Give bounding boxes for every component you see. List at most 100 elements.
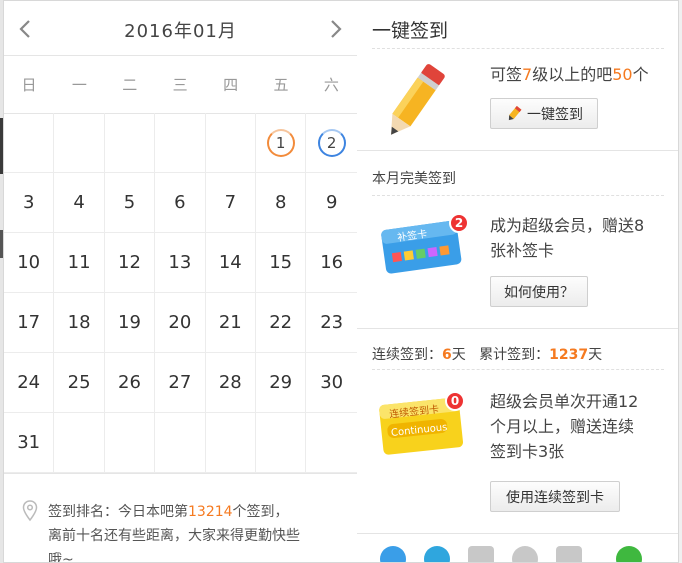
rank-line3: 哦~ — [48, 552, 74, 563]
calendar-day[interactable]: 19 — [104, 293, 156, 353]
calendar-day[interactable]: 26 — [104, 353, 156, 413]
calendar-day[interactable]: 10 — [4, 233, 55, 293]
calendar-day[interactable]: 28 — [205, 353, 256, 413]
calendar-empty-cell — [54, 113, 105, 173]
desc-part: 个 — [632, 65, 649, 84]
rank-prefix: 签到排名：今日本吧第 — [48, 504, 188, 520]
calendar-header: 2016年01月 — [4, 1, 357, 56]
section-separator — [357, 533, 678, 534]
app-icon[interactable] — [616, 546, 642, 562]
calendar-day[interactable]: 16 — [306, 233, 357, 293]
weekday-label: 四 — [223, 76, 239, 94]
weekday-label: 一 — [71, 76, 87, 94]
continuous-card-count: 0 — [445, 391, 465, 411]
button-label: 一键签到 — [527, 106, 583, 123]
desc-line: 成为超级会员，赠送8 — [490, 216, 645, 235]
sign-in-popup: 2016年01月 日一二三四五六 1 2 3 4 5 6 7 8 9 10 11 12 13 14 15 16… — [3, 0, 679, 563]
pencil-icon — [391, 64, 445, 135]
calendar-empty-cell — [306, 413, 357, 473]
one-click-sign-button[interactable]: 一键签到 — [490, 98, 598, 129]
desc-line: 张补签卡 — [490, 241, 555, 260]
weekday-label: 日 — [21, 76, 37, 94]
chevron-right-icon — [331, 20, 342, 38]
weekday-label: 二 — [122, 76, 138, 94]
sign-stats: 连续签到：6天 累计签到：1237天 — [372, 344, 602, 364]
calendar-empty-cell — [104, 113, 156, 173]
weekday-label: 三 — [172, 76, 188, 94]
calendar-day[interactable]: 24 — [4, 353, 55, 413]
calendar-day[interactable]: 9 — [306, 173, 357, 233]
use-continuous-card-button[interactable]: 使用连续签到卡 — [490, 481, 620, 512]
calendar-day[interactable]: 20 — [155, 293, 206, 353]
next-month-button[interactable] — [321, 15, 349, 43]
makeup-card-count: 2 — [449, 213, 469, 233]
unit: 天 — [588, 347, 603, 363]
divider — [372, 48, 664, 49]
pencil-small-icon — [508, 105, 522, 120]
app-icon[interactable] — [556, 546, 582, 562]
calendar-empty-cell — [155, 113, 206, 173]
weekday-label: 六 — [323, 76, 339, 94]
month-label: 2016年01月 — [124, 21, 237, 42]
makeup-card-image: 补签卡 2 — [379, 211, 469, 279]
unit: 天 — [451, 347, 466, 363]
calendar-day[interactable]: 3 — [4, 173, 55, 233]
forum-count: 50 — [612, 65, 633, 84]
calendar-day[interactable]: 15 — [256, 233, 307, 293]
calendar-day[interactable]: 1 — [256, 113, 307, 173]
calendar-day[interactable]: 17 — [4, 293, 55, 353]
calendar-empty-cell — [4, 113, 55, 173]
sign-panel: 一键签到 可签7级以上的吧50个 一键签到 本月完美签到 补签卡 2 成为超级会… — [357, 1, 678, 562]
calendar-empty-cell — [54, 413, 105, 473]
continuous-value: 6 — [442, 347, 452, 363]
calendar-day[interactable]: 11 — [54, 233, 105, 293]
calendar-day[interactable]: 14 — [205, 233, 256, 293]
divider — [372, 195, 664, 196]
calendar-day[interactable]: 4 — [54, 173, 105, 233]
calendar-day[interactable]: 21 — [205, 293, 256, 353]
continuous-label: 连续签到： — [372, 347, 442, 363]
streak-desc: 超级会员单次开通12 个月以上，赠送连续 签到卡3张 — [490, 389, 638, 464]
calendar-day[interactable]: 22 — [256, 293, 307, 353]
perfect-desc: 成为超级会员，赠送8 张补签卡 — [490, 213, 644, 263]
section-separator — [357, 328, 678, 329]
desc-part: 可签 — [490, 65, 523, 84]
level-number: 7 — [522, 65, 533, 84]
rank-line2: 离前十名还有些距离，大家来得更勤快些 — [48, 528, 300, 544]
app-icon[interactable] — [380, 546, 406, 562]
calendar-day[interactable]: 2 — [306, 113, 357, 173]
rank-text: 签到排名：今日本吧第13214个签到， 离前十名还有些距离，大家来得更勤快些 哦… — [48, 500, 338, 563]
desc-part: 级以上的吧 — [532, 65, 613, 84]
calendar-empty-cell — [155, 413, 206, 473]
calendar-day[interactable]: 8 — [256, 173, 307, 233]
calendar-day[interactable]: 29 — [256, 353, 307, 413]
perfect-sign-title: 本月完美签到 — [372, 171, 456, 187]
calendar-day[interactable]: 12 — [104, 233, 156, 293]
one-click-title: 一键签到 — [372, 20, 449, 42]
sign-rank: 签到排名：今日本吧第13214个签到， 离前十名还有些距离，大家来得更勤快些 哦… — [4, 473, 357, 563]
signed-day-marker: 2 — [317, 128, 346, 157]
location-pin-icon — [22, 500, 38, 522]
rank-number: 13214 — [188, 504, 233, 520]
total-value: 1237 — [549, 347, 589, 363]
calendar-day[interactable]: 23 — [306, 293, 357, 353]
calendar-day[interactable]: 7 — [205, 173, 256, 233]
calendar-day[interactable]: 27 — [155, 353, 206, 413]
calendar-day[interactable]: 18 — [54, 293, 105, 353]
desc-line: 个月以上，赠送连续 — [490, 417, 635, 436]
calendar-day[interactable]: 30 — [306, 353, 357, 413]
how-to-use-button[interactable]: 如何使用？ — [490, 276, 588, 307]
app-icon[interactable] — [512, 546, 538, 562]
weekday-label: 五 — [273, 76, 289, 94]
calendar-day[interactable]: 5 — [104, 173, 156, 233]
one-click-desc: 可签7级以上的吧50个 — [490, 62, 649, 87]
rank-suffix: 个签到， — [232, 504, 289, 520]
calendar-day[interactable]: 31 — [4, 413, 55, 473]
app-icon[interactable] — [468, 546, 494, 562]
app-icon[interactable] — [424, 546, 450, 562]
calendar-day[interactable]: 6 — [155, 173, 206, 233]
calendar-day[interactable]: 25 — [54, 353, 105, 413]
desc-line: 超级会员单次开通12 — [490, 392, 639, 411]
calendar-day[interactable]: 13 — [155, 233, 206, 293]
continuous-card-image: 连续签到卡 Continuous 0 — [377, 389, 467, 461]
